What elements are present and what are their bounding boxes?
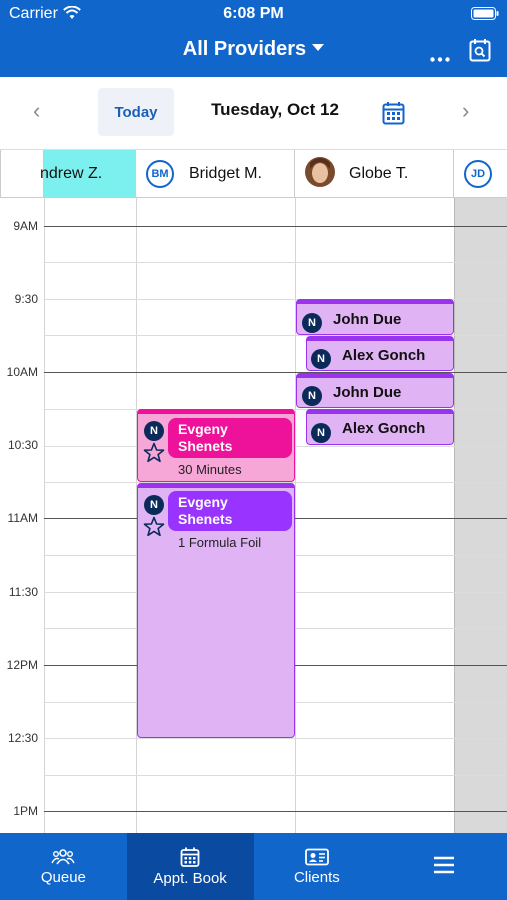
calendar-search-icon[interactable]	[469, 38, 491, 67]
time-label: 9:30	[14, 292, 38, 306]
star-icon	[143, 442, 165, 468]
provider-column-jd[interactable]: JD	[454, 150, 507, 198]
star-icon	[143, 516, 165, 542]
bottom-tab-bar: Queue Appt. Book Clients	[0, 833, 507, 900]
avatar: JD	[464, 160, 492, 188]
appointment-card[interactable]: N Evgeny Shenets 1 Formula Foil	[137, 483, 295, 738]
hour-line	[44, 226, 507, 227]
time-label: 9AM	[13, 219, 38, 233]
provider-name: Globe T.	[349, 165, 409, 182]
tab-clients[interactable]: Clients	[254, 833, 381, 900]
provider-column-globe[interactable]: Globe T.	[295, 150, 454, 198]
provider-column-bridget[interactable]: BM Bridget M.	[136, 150, 295, 198]
app-header: Carrier 6:08 PM All Providers	[0, 0, 507, 77]
time-label: 10AM	[6, 365, 38, 379]
client-name-pill: Evgeny Shenets	[168, 418, 292, 458]
tab-label: Appt. Book	[153, 869, 227, 887]
id-card-icon	[304, 848, 329, 865]
time-label: 11:30	[8, 585, 38, 599]
time-label: 1PM	[13, 804, 38, 818]
people-icon	[51, 848, 76, 864]
slot-line	[44, 738, 507, 739]
appointment-card[interactable]: N John Due	[296, 373, 454, 408]
tab-appt-book[interactable]: Appt. Book	[126, 833, 254, 900]
client-name: John Due	[333, 384, 402, 401]
avatar: BM	[146, 160, 174, 188]
provider-name: ndrew Z.	[40, 165, 103, 182]
tab-label: Queue	[40, 868, 86, 886]
tab-label: Clients	[293, 868, 340, 886]
calendar-icon	[180, 847, 200, 867]
battery-icon	[471, 7, 499, 25]
chevron-down-icon	[312, 44, 325, 52]
new-client-badge: N	[311, 423, 331, 443]
more-horizontal-icon[interactable]	[430, 49, 450, 67]
tab-queue[interactable]: Queue	[0, 833, 127, 900]
provider-name: Bridget M.	[189, 165, 262, 182]
hamburger-menu-icon	[433, 856, 454, 874]
time-label: 12PM	[6, 658, 38, 672]
provider-column-andrew[interactable]: ndrew Z.	[40, 150, 136, 198]
client-name: Alex Gonch	[342, 420, 426, 437]
appointment-card[interactable]: N John Due	[296, 299, 454, 335]
client-name-pill: Evgeny Shenets	[168, 491, 292, 531]
client-name: Alex Gonch	[342, 347, 426, 364]
time-label: 11AM	[7, 511, 38, 525]
previous-day-icon[interactable]: ‹	[33, 98, 40, 124]
today-button[interactable]: Today	[98, 88, 174, 136]
service-detail: 30 Minutes	[178, 462, 242, 477]
new-client-badge: N	[144, 495, 164, 515]
status-time: 6:08 PM	[223, 5, 284, 22]
new-client-badge: N	[302, 313, 322, 333]
calendar-icon[interactable]	[382, 101, 405, 130]
page-title: All Providers	[182, 38, 307, 60]
hour-line	[44, 811, 507, 812]
slot-line	[44, 775, 507, 776]
next-day-icon[interactable]: ›	[462, 98, 469, 124]
time-label: 12:30	[7, 731, 38, 745]
slot-line	[44, 262, 507, 263]
tab-menu[interactable]	[380, 833, 507, 900]
service-detail: 1 Formula Foil	[178, 535, 262, 550]
new-client-badge: N	[302, 386, 322, 406]
appointment-card[interactable]: N Evgeny Shenets 30 Minutes	[137, 409, 295, 482]
current-date-label: Tuesday, Oct 12	[211, 100, 339, 119]
schedule-grid: 9AM 9:30 10AM 10:30 11AM 11:30 12PM 12:3…	[0, 198, 507, 833]
appointment-card[interactable]: N Alex Gonch	[306, 409, 454, 445]
time-label: 10:30	[7, 438, 38, 452]
avatar	[305, 156, 335, 192]
time-column-header	[0, 150, 44, 198]
new-client-badge: N	[144, 421, 164, 441]
appointment-card[interactable]: N Alex Gonch	[306, 336, 454, 371]
new-client-badge: N	[311, 349, 331, 369]
client-name: John Due	[333, 311, 402, 328]
